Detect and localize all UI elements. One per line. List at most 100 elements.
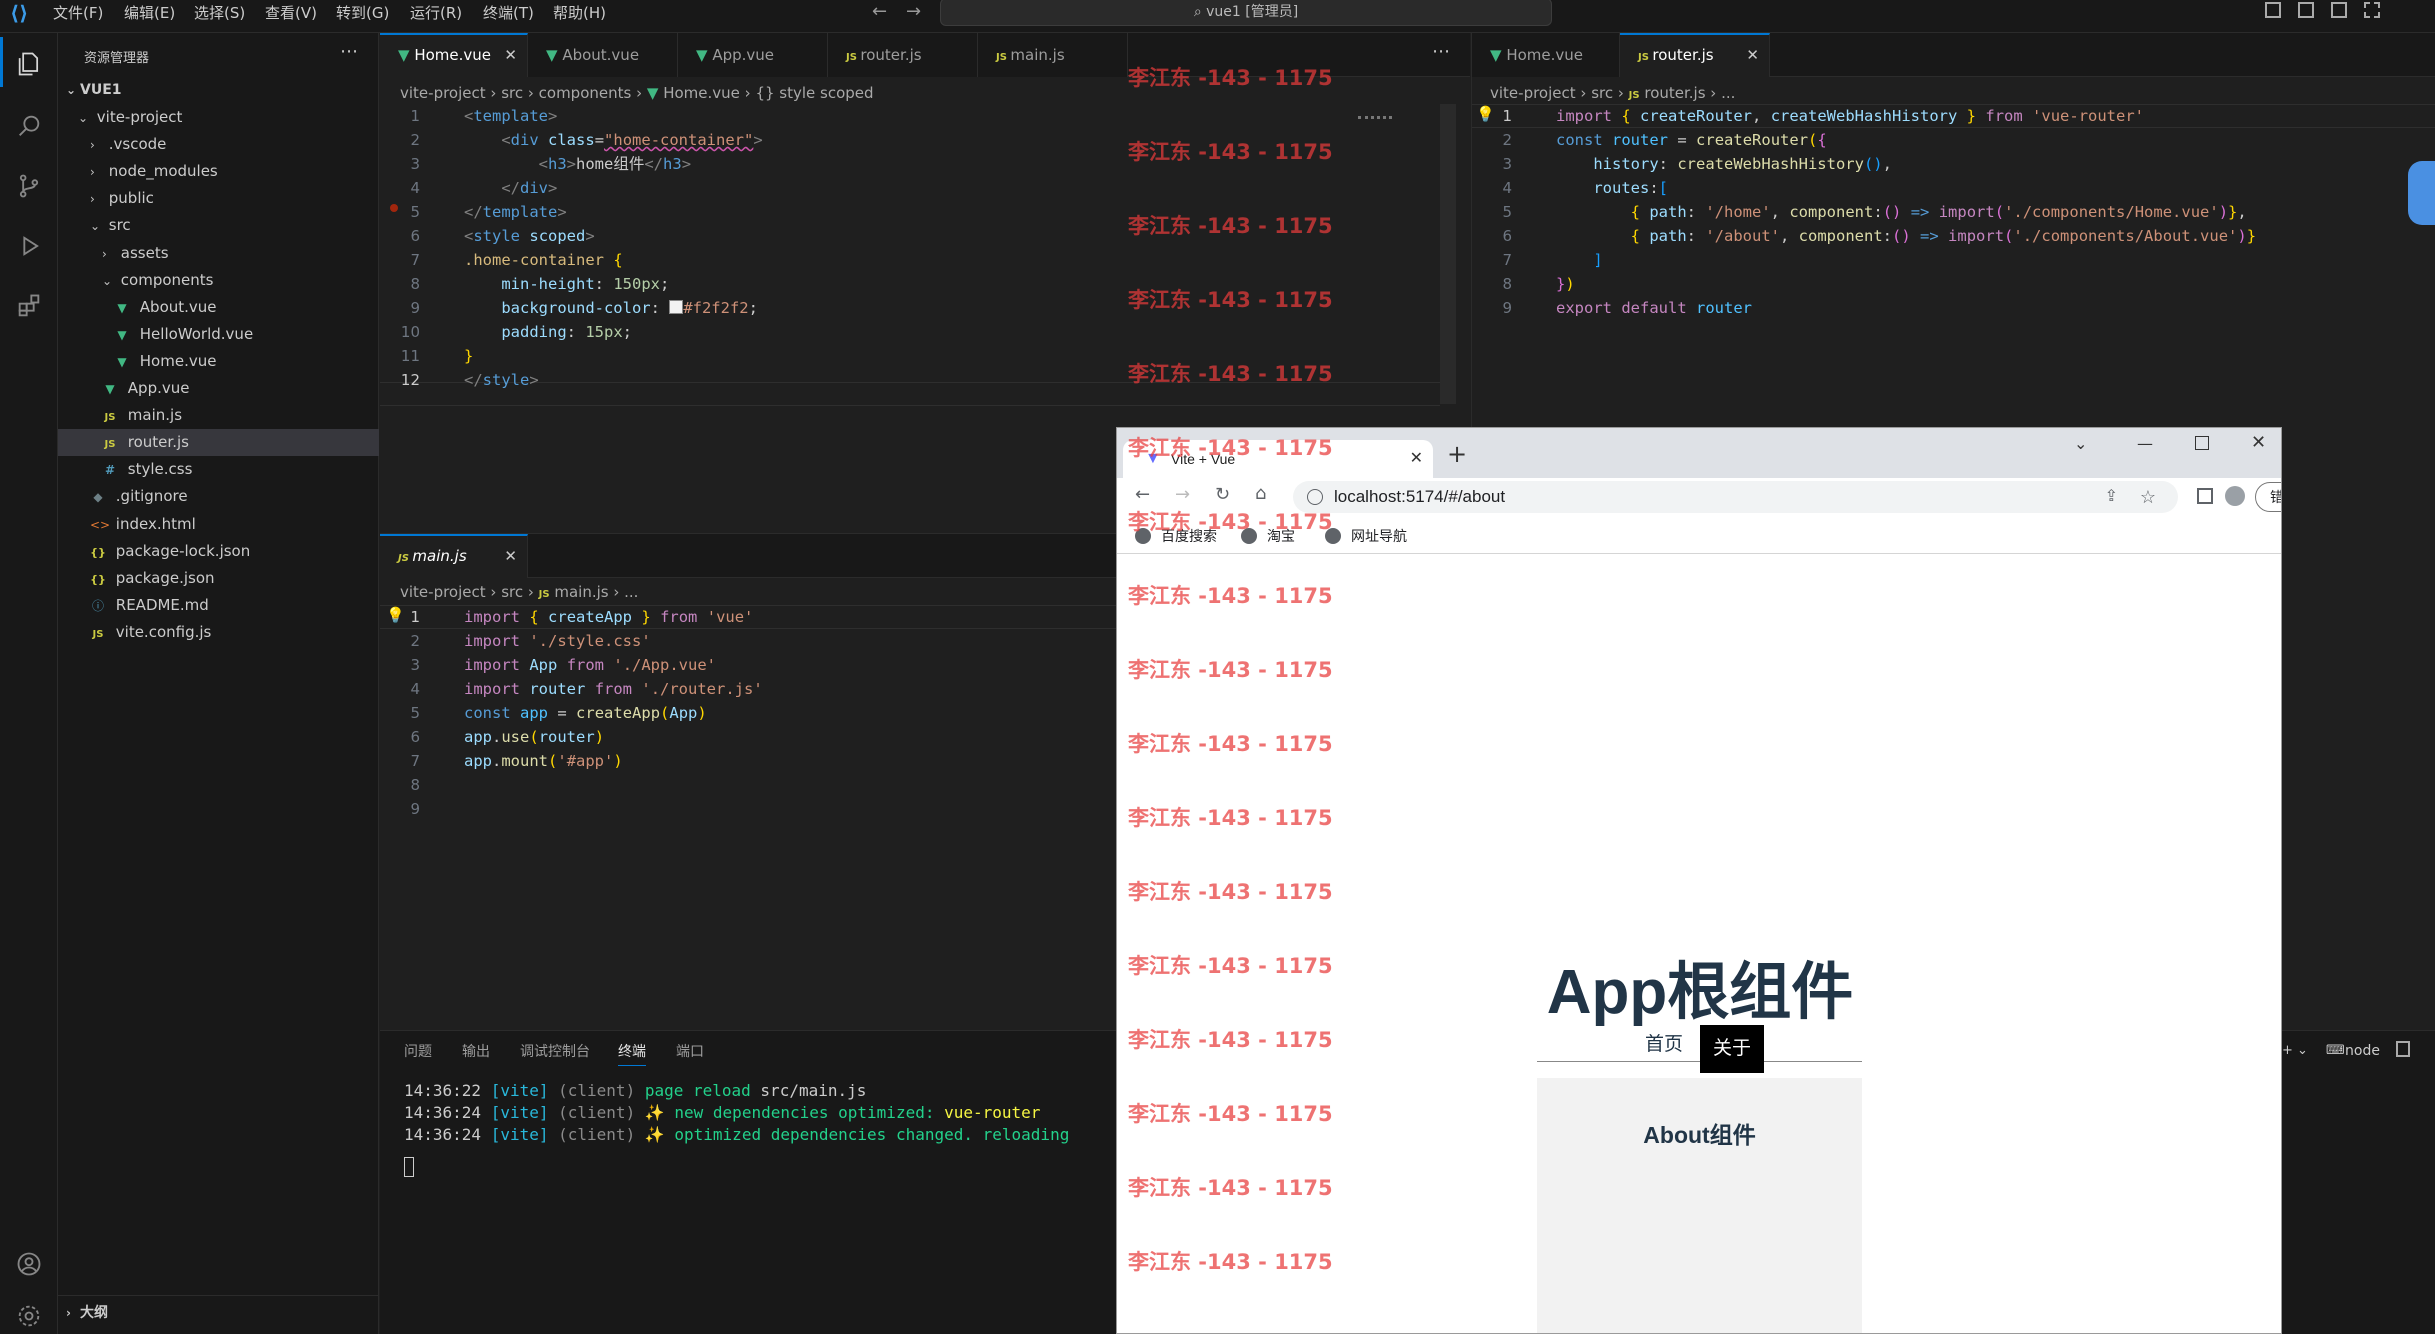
command-center-search[interactable]: ⌕ vue1 [管理员] (940, 0, 1552, 26)
terminal-name[interactable]: node (2345, 1043, 2380, 1059)
home-icon[interactable]: ⌂ (1255, 483, 1266, 504)
breadcrumb-item[interactable]: components (539, 84, 632, 102)
tree-item-vscode[interactable]: › .vscode (58, 131, 379, 158)
breadcrumb-item[interactable]: Home.vue (663, 84, 740, 102)
close-icon[interactable]: ✕ (504, 35, 517, 75)
split-terminal-icon[interactable] (2396, 1041, 2410, 1057)
breadcrumb-item[interactable]: main.js (554, 583, 608, 601)
run-debug-icon[interactable] (8, 225, 50, 267)
breadcrumb-item[interactable]: vite-project (1490, 84, 1576, 102)
tab-router-js[interactable]: JS router.js (828, 33, 978, 77)
profile-avatar-icon[interactable] (2225, 486, 2245, 506)
tree-item-package-json[interactable]: {} package.json (58, 565, 379, 592)
reload-icon[interactable]: ↻ (1215, 484, 1230, 505)
tree-item-style-css[interactable]: # style.css (58, 456, 379, 483)
explorer-icon[interactable] (8, 43, 50, 85)
menu-view[interactable]: 查看(V) (265, 0, 317, 26)
color-swatch[interactable] (669, 300, 684, 314)
breadcrumb-item[interactable]: src (501, 84, 523, 102)
tree-item-app-vue[interactable]: ▼ App.vue (58, 375, 379, 402)
toggle-panel-icon[interactable] (2298, 2, 2314, 18)
panel-tab-output[interactable]: 输出 (462, 1041, 490, 1061)
tab-home-vue[interactable]: ▼ Home.vue (1472, 33, 1620, 77)
maximize-icon[interactable] (2195, 436, 2209, 450)
nav-home-link[interactable]: 首页 (1645, 1027, 1683, 1062)
breadcrumb-item[interactable]: router.js (1644, 84, 1705, 102)
tree-item-helloworld-vue[interactable]: ▼ HelloWorld.vue (58, 321, 379, 348)
breadcrumb-item[interactable]: ... (1721, 84, 1735, 102)
more-actions-icon[interactable]: ⋯ (1432, 41, 1450, 62)
tree-item-readme-md[interactable]: ⓘ README.md (58, 592, 379, 619)
tree-item-node-modules[interactable]: › node_modules (58, 158, 379, 185)
tree-item-about-vue[interactable]: ▼ About.vue (58, 294, 379, 321)
panel-tab-terminal[interactable]: 终端 (618, 1041, 646, 1066)
minimap[interactable] (1358, 105, 1392, 119)
tree-item-src[interactable]: ⌄ src (58, 212, 379, 239)
address-bar[interactable]: localhost:5174/#/about ⇪ ☆ (1293, 481, 2178, 513)
tab-home-vue[interactable]: ▼ Home.vue ✕ (380, 33, 528, 77)
forward-icon[interactable]: → (1175, 484, 1190, 505)
side-panel-icon[interactable] (2197, 488, 2213, 504)
new-tab-icon[interactable]: + (1447, 440, 1467, 468)
breadcrumb-item[interactable]: vite-project (400, 583, 486, 601)
share-icon[interactable]: ⇪ (2105, 481, 2118, 513)
tree-item-vite-config-js[interactable]: JS vite.config.js (58, 619, 379, 646)
panel-tab-problems[interactable]: 问题 (404, 1041, 432, 1061)
error-profile-button[interactable]: 错误⋮ (2255, 482, 2281, 512)
menu-file[interactable]: 文件(F) (53, 0, 103, 26)
tab-app-vue[interactable]: ▼ App.vue (678, 33, 828, 77)
settings-gear-icon[interactable] (8, 1295, 50, 1334)
toggle-secondary-sidebar-icon[interactable] (2331, 2, 2347, 18)
menu-help[interactable]: 帮助(H) (553, 0, 606, 26)
outline-section[interactable]: › 大纲 (58, 1300, 379, 1327)
tree-item-components[interactable]: ⌄ components (58, 267, 379, 294)
tree-item-package-lock-json[interactable]: {} package-lock.json (58, 538, 379, 565)
tab-search-chevron-icon[interactable]: ⌄ (2074, 434, 2087, 453)
bookmark-star-icon[interactable]: ☆ (2140, 481, 2156, 513)
close-tab-icon[interactable]: ✕ (1410, 440, 1423, 478)
tree-item-vite-project[interactable]: ⌄ vite-project (58, 104, 379, 131)
customize-layout-icon[interactable] (2364, 2, 2380, 18)
panel-tab-debug-console[interactable]: 调试控制台 (520, 1041, 590, 1061)
tree-item-index-html[interactable]: <> index.html (58, 511, 379, 538)
tree-item-gitignore[interactable]: ◆ .gitignore (58, 483, 379, 510)
tree-item-main-js[interactable]: JS main.js (58, 402, 379, 429)
menu-edit[interactable]: 编辑(E) (124, 0, 175, 26)
back-icon[interactable]: ← (1135, 484, 1150, 505)
breadcrumb-item[interactable]: src (1591, 84, 1613, 102)
breadcrumb-item[interactable]: {} style scoped (755, 84, 873, 102)
close-icon[interactable]: ✕ (1746, 35, 1759, 75)
minimize-icon[interactable]: — (2137, 434, 2153, 453)
site-info-icon[interactable] (1307, 489, 1323, 505)
menu-terminal[interactable]: 终端(T) (483, 0, 534, 26)
breadcrumb-item[interactable]: src (501, 583, 523, 601)
breadcrumb-item[interactable]: ... (624, 583, 638, 601)
tree-item-public[interactable]: › public (58, 185, 379, 212)
close-window-icon[interactable]: ✕ (2251, 432, 2266, 453)
tree-item-assets[interactable]: › assets (58, 240, 379, 267)
workspace-root[interactable]: ⌄ VUE1 (58, 77, 379, 104)
tree-item-router-js[interactable]: JS router.js (58, 429, 379, 457)
search-icon[interactable] (8, 105, 50, 147)
close-icon[interactable]: ✕ (504, 536, 517, 576)
panel-tab-ports[interactable]: 端口 (676, 1041, 704, 1061)
tab-main-js[interactable]: JS main.js ✕ (380, 534, 528, 578)
tab-main-js[interactable]: JS main.js (978, 33, 1128, 77)
minimap-scrollbar[interactable] (1440, 104, 1456, 404)
account-icon[interactable] (8, 1243, 50, 1285)
toggle-sidebar-icon[interactable] (2265, 2, 2281, 18)
menu-selection[interactable]: 选择(S) (194, 0, 245, 26)
tab-router-js[interactable]: JS router.js ✕ (1620, 33, 1770, 77)
back-arrow-icon[interactable]: ← (872, 1, 887, 22)
more-actions-icon[interactable]: ⋯ (340, 41, 358, 62)
menu-go[interactable]: 转到(G) (336, 0, 389, 26)
source-control-icon[interactable] (8, 165, 50, 207)
tab-about-vue[interactable]: ▼ About.vue (528, 33, 678, 77)
add-terminal-icon[interactable]: + ⌄ (2282, 1043, 2308, 1058)
breadcrumb-item[interactable]: vite-project (400, 84, 486, 102)
bookmark-nav[interactable]: 网址导航 (1325, 526, 1407, 546)
nav-about-link-active[interactable]: 关于 (1700, 1025, 1764, 1073)
menu-run[interactable]: 运行(R) (410, 0, 462, 26)
floating-assistant-icon[interactable] (2408, 161, 2435, 225)
extensions-icon[interactable] (8, 285, 50, 327)
